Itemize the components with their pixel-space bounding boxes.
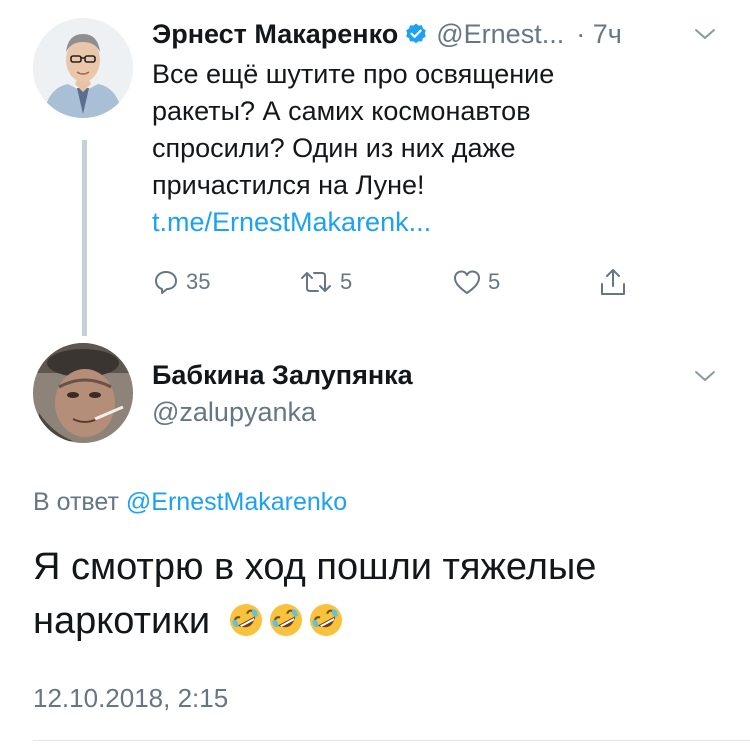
retweet-icon: [301, 272, 331, 292]
tweet-header: Эрнест Макаренко @Ernest... · 7ч: [152, 16, 622, 52]
verified-icon: [404, 22, 428, 46]
chevron-down-icon[interactable]: [693, 368, 717, 384]
like-button[interactable]: 5: [452, 268, 500, 296]
like-count: 5: [488, 269, 501, 294]
share-icon: [601, 269, 625, 295]
tweet-text-line: спросили? Один из них даже: [152, 133, 516, 163]
share-button[interactable]: [598, 266, 628, 298]
in-reply-prefix: В ответ: [33, 488, 119, 516]
tweet-text-line: Все ещё шутите про освящение: [152, 59, 555, 89]
tweet-link[interactable]: t.me/ErnestMakarenk...: [152, 204, 672, 241]
reply-author-avatar-image: [33, 343, 133, 443]
rofl-emoji: [307, 600, 345, 638]
tweet-text-line: ракеты? А самих космонавтов: [152, 96, 531, 126]
reply-text: Я смотрю в ход пошли тяжелые наркотики: [33, 540, 713, 648]
retweet-count: 5: [340, 269, 353, 294]
author-avatar-image: [33, 18, 133, 118]
reply-author-avatar[interactable]: [33, 343, 133, 443]
reply-count: 35: [186, 269, 211, 294]
tweet-text-line: причастился на Луне!: [152, 170, 425, 200]
reply-text-line: Я смотрю в ход пошли тяжелые: [33, 546, 597, 588]
tweet-actions: 35 5 5: [152, 268, 652, 304]
retweet-button[interactable]: 5: [298, 268, 352, 296]
chevron-down-icon[interactable]: [693, 26, 717, 42]
reply-author-name[interactable]: Бабкина Залупянка: [152, 360, 413, 391]
rofl-emoji: [227, 600, 265, 638]
thread-connector: [82, 140, 87, 336]
tweet-time[interactable]: · 7ч: [576, 19, 622, 50]
reply-text-word: наркотики: [33, 600, 211, 642]
reply-author-handle[interactable]: @zalupyanka: [152, 397, 316, 428]
divider: [33, 740, 750, 741]
like-icon: [454, 270, 480, 294]
tweet-text: Все ещё шутите про освящение ракеты? А с…: [152, 56, 672, 241]
reply-button[interactable]: 35: [152, 268, 210, 296]
author-avatar[interactable]: [33, 18, 133, 118]
author-handle[interactable]: @Ernest...: [436, 19, 564, 50]
reply-text-line-2: наркотики: [33, 594, 713, 648]
in-reply-to: В ответ @ErnestMakarenko: [33, 488, 347, 517]
author-name[interactable]: Эрнест Макаренко: [152, 19, 398, 50]
reply-timestamp: 12.10.2018, 2:15: [33, 683, 229, 713]
reply-icon: [155, 271, 177, 294]
in-reply-mention[interactable]: @ErnestMakarenko: [126, 488, 347, 516]
rofl-emoji: [267, 600, 305, 638]
